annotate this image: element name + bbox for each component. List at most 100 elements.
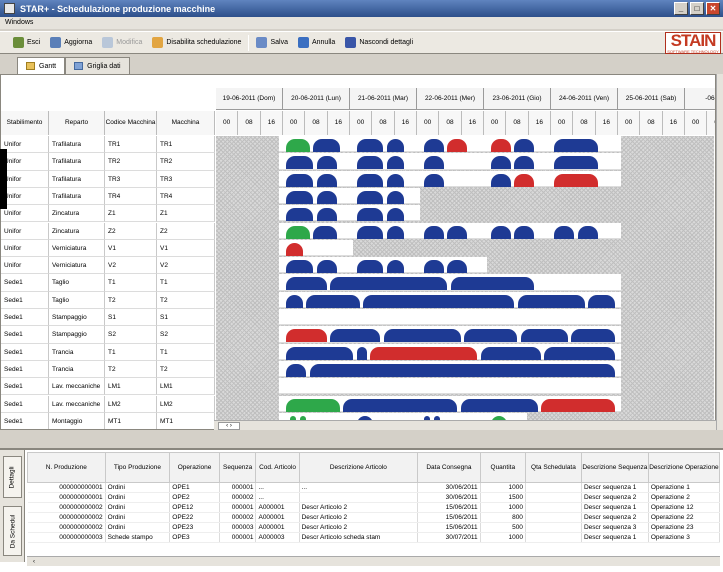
gantt-bar[interactable] xyxy=(343,398,458,412)
gantt-bar[interactable] xyxy=(480,346,541,360)
gantt-bar[interactable] xyxy=(286,294,304,308)
gantt-bar[interactable] xyxy=(356,156,384,170)
row-cell-rep[interactable]: Zincatura xyxy=(49,222,105,240)
detail-horizontal-scrollbar[interactable]: ‹ xyxy=(27,556,720,566)
gantt-bar[interactable] xyxy=(286,156,314,170)
gantt-bar[interactable] xyxy=(306,294,361,308)
row-cell-cod[interactable]: T2 xyxy=(105,291,157,309)
col-header-codice-macchina[interactable]: Codice Macchina xyxy=(105,111,157,135)
maximize-button[interactable]: □ xyxy=(690,2,704,15)
row-cell-rep[interactable]: Taglio xyxy=(49,291,105,309)
row-cell-stab[interactable]: Unifor xyxy=(1,257,49,275)
row-cell-cod[interactable]: V2 xyxy=(105,257,157,275)
gantt-bar[interactable] xyxy=(286,329,327,343)
gantt-bar[interactable] xyxy=(329,329,381,343)
table-row[interactable]: 000000000001 Ordini OPE2 000002... 30/06/201… xyxy=(27,492,721,503)
gantt-bar[interactable] xyxy=(490,173,511,187)
detail-col-header[interactable]: Qta Schedulata xyxy=(524,452,582,483)
row-cell-rep[interactable]: Stampaggio xyxy=(49,309,105,327)
gantt-bar[interactable] xyxy=(490,225,511,239)
gantt-bar[interactable] xyxy=(286,190,314,204)
minimize-button[interactable]: _ xyxy=(674,2,688,15)
row-cell-cod[interactable]: T1 xyxy=(105,274,157,292)
gantt-bar[interactable] xyxy=(286,208,314,222)
gantt-bar[interactable] xyxy=(316,173,337,187)
detail-col-header[interactable]: Sequenza xyxy=(218,452,257,483)
row-cell-mac[interactable]: Z1 xyxy=(157,205,215,223)
row-cell-cod[interactable]: MT1 xyxy=(105,412,157,429)
gantt-bar[interactable] xyxy=(577,225,598,239)
gantt-bar[interactable] xyxy=(286,173,314,187)
table-row[interactable]: 000000000001 Ordini OPE1 000001...... 30/06/… xyxy=(27,482,721,493)
row-cell-stab[interactable]: Sede1 xyxy=(1,343,49,361)
gantt-bar[interactable] xyxy=(423,139,444,152)
gantt-bar[interactable] xyxy=(356,260,384,274)
gantt-bar[interactable] xyxy=(386,173,404,187)
detail-col-header[interactable]: Tipo Produzione xyxy=(104,452,171,483)
gantt-bar[interactable] xyxy=(383,329,461,343)
gantt-bar[interactable] xyxy=(356,173,384,187)
salva-button[interactable]: Salva xyxy=(253,34,291,52)
row-cell-rep[interactable]: Trafilatura xyxy=(49,170,105,188)
gantt-bar[interactable] xyxy=(370,346,478,360)
row-cell-cod[interactable]: LM1 xyxy=(105,378,157,396)
gantt-bar[interactable] xyxy=(490,139,511,152)
gantt-bar[interactable] xyxy=(450,277,535,291)
gantt-bar[interactable] xyxy=(316,260,337,274)
row-cell-mac[interactable]: T2 xyxy=(157,360,215,379)
gantt-bar[interactable] xyxy=(386,208,404,222)
gantt-bar[interactable] xyxy=(514,139,535,152)
detail-col-header[interactable]: Data Consegna xyxy=(417,452,481,483)
gantt-bar[interactable] xyxy=(286,242,304,256)
gantt-bar[interactable] xyxy=(309,363,615,377)
gantt-bar[interactable] xyxy=(286,225,310,239)
row-cell-stab[interactable]: Sede1 xyxy=(1,274,49,292)
gantt-bar[interactable] xyxy=(286,363,307,377)
row-cell-stab[interactable]: Unifor xyxy=(1,153,49,171)
row-cell-mac[interactable]: MT1 xyxy=(157,412,215,429)
gantt-bar[interactable] xyxy=(554,139,598,152)
detail-col-header[interactable]: Operazione xyxy=(169,452,220,483)
row-cell-stab[interactable]: Unifor xyxy=(1,205,49,223)
row-cell-mac[interactable]: Z2 xyxy=(157,222,215,240)
row-cell-rep[interactable]: Montaggio xyxy=(49,412,105,429)
row-cell-cod[interactable]: TR3 xyxy=(105,170,157,188)
gantt-bar[interactable] xyxy=(386,260,404,274)
table-row[interactable]: 000000000002 Ordini OPE23 000003 A000001 Desc… xyxy=(27,522,721,533)
detail-col-header[interactable]: N. Produzione xyxy=(27,452,106,483)
gantt-bar[interactable] xyxy=(286,277,327,291)
row-cell-rep[interactable]: Lav. meccaniche xyxy=(49,378,105,396)
row-cell-cod[interactable]: TR4 xyxy=(105,187,157,206)
gantt-bar[interactable] xyxy=(517,294,585,308)
gantt-bar[interactable] xyxy=(316,208,337,222)
row-cell-rep[interactable]: Zincatura xyxy=(49,205,105,223)
esci-button[interactable]: Esci xyxy=(10,34,43,52)
row-cell-stab[interactable]: Sede1 xyxy=(1,412,49,429)
row-cell-rep[interactable]: Trafilatura xyxy=(49,136,105,154)
gantt-bar[interactable] xyxy=(329,277,448,291)
row-cell-stab[interactable]: Sede1 xyxy=(1,309,49,327)
gantt-bar[interactable] xyxy=(520,329,568,343)
gantt-bar[interactable] xyxy=(286,346,354,360)
side-tab-da-schedul[interactable]: Da Schedul xyxy=(3,506,22,556)
row-cell-cod[interactable]: S1 xyxy=(105,309,157,327)
tab-griglia-dati[interactable]: Griglia dati xyxy=(65,57,130,74)
row-cell-rep[interactable]: Lav. meccaniche xyxy=(49,395,105,413)
row-cell-stab[interactable]: Sede1 xyxy=(1,378,49,396)
row-cell-stab[interactable]: Unifor xyxy=(1,136,49,154)
row-cell-stab[interactable]: Unifor xyxy=(1,170,49,188)
row-cell-cod[interactable]: LM2 xyxy=(105,395,157,413)
gantt-bar[interactable] xyxy=(316,156,337,170)
row-cell-stab[interactable]: Unifor xyxy=(1,239,49,258)
annulla-button[interactable]: Annulla xyxy=(295,34,338,52)
detail-col-header[interactable]: Cod. Articolo xyxy=(255,452,300,483)
row-cell-mac[interactable]: T1 xyxy=(157,343,215,361)
gantt-bar[interactable] xyxy=(554,173,598,187)
detail-col-header[interactable]: Descrizione Operazione xyxy=(647,452,721,483)
modifica-button[interactable]: Modifica xyxy=(99,34,145,52)
row-cell-mac[interactable]: T1 xyxy=(157,274,215,292)
gantt-bar[interactable] xyxy=(286,260,314,274)
row-cell-cod[interactable]: TR2 xyxy=(105,153,157,171)
row-cell-cod[interactable]: Z2 xyxy=(105,222,157,240)
row-cell-rep[interactable]: Verniciatura xyxy=(49,257,105,275)
